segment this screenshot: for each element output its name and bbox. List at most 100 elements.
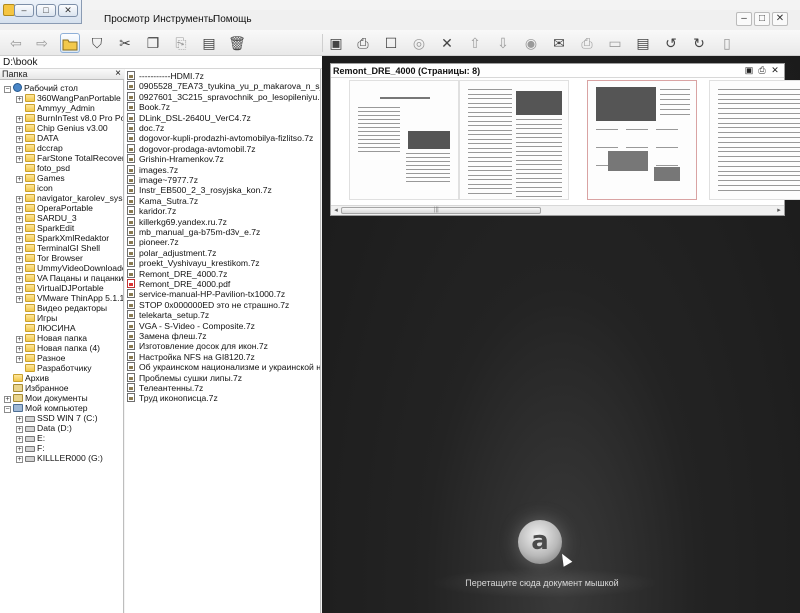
tree-item[interactable]: + Chip Genius v3.00 xyxy=(16,123,108,133)
cut-icon[interactable]: ✂ xyxy=(115,33,135,53)
properties-icon[interactable]: ▤ xyxy=(199,33,219,53)
scroll-left-icon[interactable]: ◂ xyxy=(331,207,341,215)
tree-item[interactable]: − Мой компьютер xyxy=(4,403,88,413)
tree-expander-icon[interactable]: + xyxy=(16,156,23,163)
tree-item[interactable]: + BurnInTest v8.0 Pro Por xyxy=(16,113,123,123)
tree-expander-icon[interactable]: + xyxy=(16,356,23,363)
file-item[interactable]: 0905528_7EA73_tyukina_yu_p_makarova_n_s_… xyxy=(127,81,320,91)
file-item[interactable]: Instr_EB500_2_3_rosyjska_kon.7z xyxy=(127,185,272,195)
tree-item[interactable]: + SARDU_3 xyxy=(16,213,77,223)
file-item[interactable]: STOP 0x000000ED это не страшно.7z xyxy=(127,299,289,310)
tree-expander-icon[interactable]: + xyxy=(16,226,23,233)
menu-help[interactable]: Помощь xyxy=(213,14,252,25)
tree-item[interactable]: + Новая папка (4) xyxy=(16,343,100,353)
tree-expander-icon[interactable]: + xyxy=(16,276,23,283)
tree-item[interactable]: Разработчику xyxy=(16,363,92,373)
save-icon[interactable]: ▣ xyxy=(326,33,346,53)
print-icon[interactable]: ⎙ xyxy=(757,66,767,76)
page-thumbnail[interactable] xyxy=(709,80,800,200)
drop-zone-icon[interactable]: a xyxy=(518,520,562,564)
tree-item[interactable]: + KILLLER000 (G:) xyxy=(16,453,103,463)
back-arrow-icon[interactable]: ⇦ xyxy=(6,33,26,53)
file-item[interactable]: dogovor-kupli-prodazhi-avtomobilya-fizli… xyxy=(127,133,313,143)
tree-expander-icon[interactable]: + xyxy=(16,196,23,203)
file-item[interactable]: Проблемы сушки липы.7z xyxy=(127,372,242,383)
file-item[interactable]: pioneer.7z xyxy=(127,237,179,247)
horizontal-scrollbar[interactable]: ◂ ||| ▸ xyxy=(331,205,784,215)
forward-arrow-icon[interactable]: ⇨ xyxy=(32,33,52,53)
tree-item[interactable]: Ammyy_Admin xyxy=(16,103,95,113)
file-item[interactable]: service-manual-HP-Pavilion-tx1000.7z xyxy=(127,289,285,299)
scrollbar-thumb[interactable]: ||| xyxy=(341,207,541,214)
tree-item[interactable]: + Разное xyxy=(16,353,65,363)
file-item[interactable]: Настройка NFS на GI8120.7z xyxy=(127,351,255,362)
bookmark-icon[interactable]: ⛉ xyxy=(87,33,107,53)
folder-tree-close-icon[interactable]: × xyxy=(115,69,121,79)
file-item[interactable]: Book.7z xyxy=(127,102,170,112)
file-item[interactable]: mb_manual_ga-b75m-d3v_e.7z xyxy=(127,227,260,237)
menu-view[interactable]: Просмотр xyxy=(104,14,150,25)
tree-item[interactable]: icon xyxy=(16,183,53,193)
file-item[interactable]: doc.7z xyxy=(127,123,164,133)
close-button[interactable]: ✕ xyxy=(772,12,788,26)
caption-minimize-button[interactable]: – xyxy=(14,4,34,17)
tree-item[interactable]: + DATA xyxy=(16,133,59,143)
scanner-icon[interactable]: ▭ xyxy=(605,33,625,53)
tree-expander-icon[interactable]: − xyxy=(4,406,11,413)
download-icon[interactable]: ⇩ xyxy=(493,33,513,53)
page-icon[interactable]: ▯ xyxy=(717,33,737,53)
save-icon[interactable]: ▣ xyxy=(744,66,754,76)
rotate-right-icon[interactable]: ↻ xyxy=(689,33,709,53)
file-item[interactable]: proekt_Vyshivayu_krestikom.7z xyxy=(127,258,260,268)
tree-expander-icon[interactable]: + xyxy=(16,246,23,253)
tree-expander-icon[interactable]: + xyxy=(16,436,23,443)
file-item[interactable]: Kama_Sutra.7z xyxy=(127,195,198,206)
tree-expander-icon[interactable]: + xyxy=(16,426,23,433)
tree-expander-icon[interactable]: + xyxy=(16,176,23,183)
file-item[interactable]: Телеантенны.7z xyxy=(127,383,203,393)
tree-item[interactable]: +360WangPanPortable xyxy=(16,93,121,103)
tree-item[interactable]: ЛЮСИНА xyxy=(16,323,76,333)
tree-expander-icon[interactable]: + xyxy=(16,346,23,353)
copy-icon[interactable]: ❐ xyxy=(143,33,163,53)
file-item[interactable]: telekarta_setup.7z xyxy=(127,310,209,320)
file-item[interactable]: images.7z xyxy=(127,164,178,175)
tree-item[interactable]: + SparkXmlRedaktor xyxy=(16,233,109,243)
tree-item[interactable]: + TerminalGI Shell xyxy=(16,243,100,253)
page-thumbnail[interactable] xyxy=(587,80,697,200)
tree-item[interactable]: + UmmyVideoDownloader xyxy=(16,263,123,273)
page-thumbnail[interactable] xyxy=(459,80,569,200)
file-item[interactable]: dogovor-prodaga-avtomobil.7z xyxy=(127,143,256,154)
tree-item[interactable]: + VA Пацаны и пацанки xyxy=(16,273,123,283)
file-item[interactable]: Об украинском национализме и украинской … xyxy=(127,362,320,372)
tree-item[interactable]: Видео редакторы xyxy=(16,303,107,313)
tree-expander-icon[interactable]: + xyxy=(16,96,23,103)
file-item[interactable]: Remont_DRE_4000.pdf xyxy=(127,279,230,289)
tree-item[interactable]: + F: xyxy=(16,443,45,453)
file-item[interactable]: Замена флеш.7z xyxy=(127,331,207,341)
fax-icon[interactable]: ⎙ xyxy=(577,33,597,53)
tree-expander-icon[interactable]: + xyxy=(16,416,23,423)
file-item[interactable]: karidor.7z xyxy=(127,206,176,216)
menu-tools[interactable]: Инструменты xyxy=(153,14,215,25)
tree-item[interactable]: + Games xyxy=(16,173,65,183)
fullscreen-icon[interactable]: ☐ xyxy=(381,33,401,53)
tree-item[interactable]: Архив xyxy=(4,373,49,383)
close-icon[interactable]: ✕ xyxy=(770,66,780,76)
file-item[interactable]: Grishin-Hramenkov.7z xyxy=(127,154,224,164)
file-item[interactable]: Труд иконописца.7z xyxy=(127,393,218,403)
tree-item[interactable]: + Мои документы xyxy=(4,393,88,403)
tree-item[interactable]: foto_psd xyxy=(16,163,70,173)
file-item[interactable]: Изготовление досок для икон.7z xyxy=(127,341,268,351)
tree-expander-icon[interactable]: + xyxy=(16,146,23,153)
delete-icon[interactable]: 🗑 xyxy=(227,33,247,53)
file-item[interactable]: 0927601_3C215_spravochnik_po_lesopileniy… xyxy=(127,91,320,102)
tree-expander-icon[interactable]: + xyxy=(16,336,23,343)
tree-expander-icon[interactable]: + xyxy=(16,216,23,223)
tree-expander-icon[interactable]: + xyxy=(16,136,23,143)
tree-expander-icon[interactable]: + xyxy=(16,446,23,453)
tree-item[interactable]: + VMware ThinApp 5.1.1-2 xyxy=(16,293,123,303)
file-item[interactable]: -----------HDMI.7z xyxy=(127,71,204,81)
page-thumbnail[interactable] xyxy=(349,80,459,200)
tree-item[interactable]: + dccrap xyxy=(16,143,63,153)
